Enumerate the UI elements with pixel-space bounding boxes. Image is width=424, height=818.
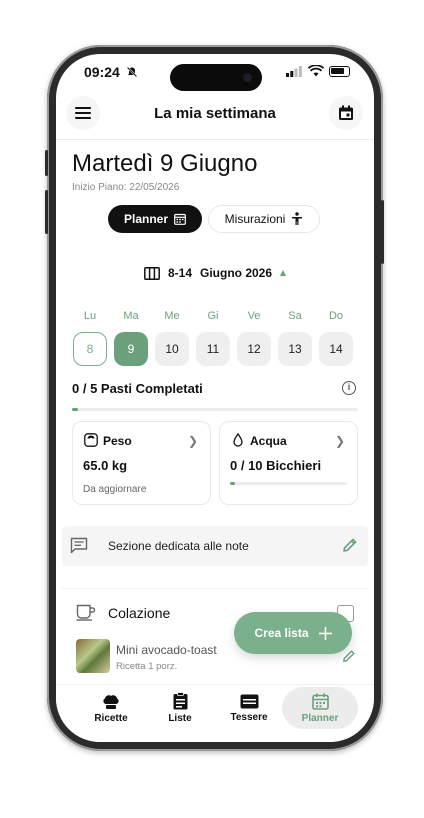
- calendar-icon: [339, 105, 353, 120]
- signal-icon: [286, 66, 302, 77]
- day-button-13[interactable]: 13: [278, 332, 312, 366]
- weekday-label: Do: [328, 310, 344, 322]
- calendar-button[interactable]: [329, 96, 363, 130]
- weight-value: 65.0 kg: [83, 458, 128, 473]
- bell-muted-icon: [126, 66, 138, 78]
- week-range: 8-14: [167, 266, 192, 280]
- meals-progress-bar: [72, 408, 358, 411]
- day-button-9[interactable]: 9: [114, 332, 148, 366]
- day-button-14[interactable]: 14: [319, 332, 353, 366]
- planner-segment[interactable]: Planner: [108, 205, 202, 233]
- weight-card-title: Peso: [103, 434, 132, 448]
- header-divider: [56, 139, 374, 140]
- measurements-segment[interactable]: Misurazioni: [208, 205, 320, 233]
- tab-tessere-label: Tessere: [230, 711, 268, 723]
- water-drop-icon: [233, 433, 243, 447]
- weekday-label: Lu: [83, 310, 97, 322]
- dynamic-island: [170, 64, 262, 91]
- weight-card[interactable]: Peso ❯ 65.0 kg Da aggiornare: [72, 421, 211, 505]
- tab-liste[interactable]: Liste: [145, 685, 215, 731]
- bottom-tab-bar: Ricette Liste Tessere Planner: [56, 684, 374, 742]
- coffee-cup-icon: [76, 604, 96, 621]
- plan-start-date: Inizio Piano: 22/05/2026: [72, 182, 180, 193]
- phone-side-button: [45, 190, 48, 234]
- pencil-icon[interactable]: [342, 649, 356, 663]
- week-selector[interactable]: 8-14 Giugno 2026: [56, 266, 374, 280]
- tab-ricette-label: Ricette: [94, 712, 128, 724]
- weekday-label: Ma: [123, 310, 139, 322]
- meals-progress-label: 0 / 5 Pasti Completati: [72, 381, 203, 396]
- chef-hat-icon: [103, 694, 119, 709]
- weight-status: Da aggiornare: [83, 484, 147, 495]
- info-icon[interactable]: i: [342, 381, 356, 395]
- phone-side-button: [381, 200, 384, 264]
- app-screen: 09:24 La mia settimana Martedì 9 Giugno …: [56, 54, 374, 742]
- tab-planner[interactable]: Planner: [282, 687, 358, 729]
- chevron-right-icon: ❯: [334, 434, 345, 448]
- calendar-icon: [311, 693, 329, 710]
- water-value: 0 / 10 Bicchieri: [230, 458, 322, 473]
- meals-progress-fill: [72, 408, 78, 411]
- body-measure-icon: [292, 212, 303, 225]
- caret-up-icon: [280, 270, 287, 276]
- weekday-label: Gi: [207, 310, 219, 322]
- tab-ricette[interactable]: Ricette: [76, 685, 146, 731]
- meal-item-name[interactable]: Mini avocado-toast: [116, 643, 217, 657]
- wifi-icon: [308, 65, 324, 77]
- weekday-label: Sa: [288, 310, 302, 322]
- status-time: 09:24: [84, 64, 120, 80]
- measurements-segment-label: Misurazioni: [224, 212, 286, 226]
- plus-icon: [318, 626, 332, 640]
- meal-title: Colazione: [108, 605, 171, 621]
- planner-segment-label: Planner: [123, 212, 168, 226]
- phone-side-button: [45, 150, 48, 176]
- day-button-10[interactable]: 10: [155, 332, 189, 366]
- scale-icon: [84, 433, 98, 447]
- page-title: La mia settimana: [154, 105, 276, 122]
- battery-icon: [329, 66, 350, 77]
- notes-section[interactable]: Sezione dedicata alle note: [62, 526, 368, 566]
- calendar-grid-icon: [174, 213, 186, 225]
- week-month: Giugno 2026: [200, 266, 273, 280]
- weekday-label: Me: [164, 310, 180, 322]
- weekday-label: Ve: [247, 310, 261, 322]
- comment-icon: [70, 537, 88, 554]
- day-button-12[interactable]: 12: [237, 332, 271, 366]
- meal-item-portion: Ricetta 1 porz.: [116, 661, 178, 672]
- day-button-8[interactable]: 8: [73, 332, 107, 366]
- tab-liste-label: Liste: [168, 713, 192, 724]
- tab-planner-label: Planner: [301, 712, 339, 724]
- day-title: Martedì 9 Giugno: [72, 150, 258, 177]
- water-card-title: Acqua: [250, 434, 287, 448]
- day-button-11[interactable]: 11: [196, 332, 230, 366]
- card-icon: [240, 694, 258, 708]
- notes-label: Sezione dedicata alle note: [108, 539, 249, 553]
- clipboard-icon: [173, 692, 187, 710]
- water-card[interactable]: Acqua ❯ 0 / 10 Bicchieri: [219, 421, 358, 505]
- chevron-right-icon: ❯: [187, 434, 198, 448]
- water-progress-fill: [230, 482, 235, 485]
- create-list-button[interactable]: Crea lista: [234, 612, 352, 654]
- columns-icon: [144, 266, 160, 280]
- pencil-icon[interactable]: [342, 537, 358, 553]
- tab-tessere[interactable]: Tessere: [214, 685, 284, 731]
- create-list-label: Crea lista: [254, 626, 309, 640]
- meal-thumbnail: [76, 639, 110, 673]
- water-progress-bar: [230, 482, 347, 485]
